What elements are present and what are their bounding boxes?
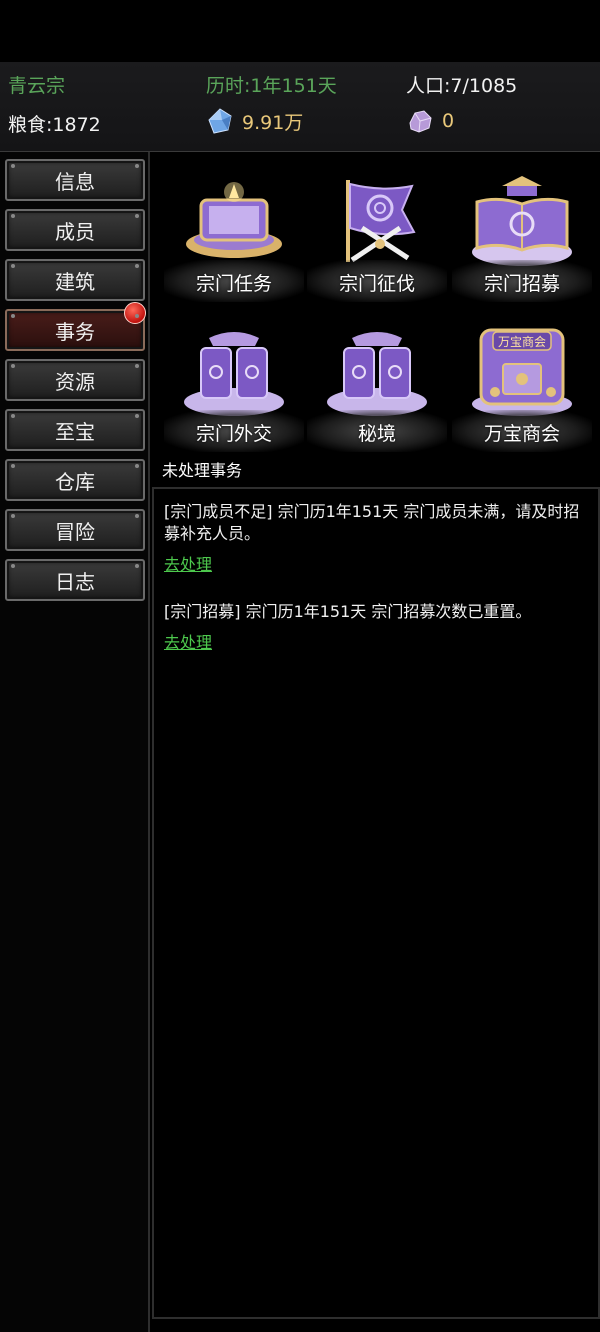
sidebar-item-label: 事务 xyxy=(55,319,95,344)
sidebar-item-label: 建筑 xyxy=(55,269,95,294)
sidebar-item-treasures[interactable]: 至宝 xyxy=(5,409,145,451)
tile-label: 宗门征伐 xyxy=(338,273,415,295)
spirit-ore-value: 0 xyxy=(442,110,455,132)
sidebar-item-label: 资源 xyxy=(55,369,95,394)
notification-badge xyxy=(124,302,146,324)
food-count: 粮食:1872 xyxy=(8,114,101,136)
diplomacy-cards-icon xyxy=(184,332,284,416)
sidebar-item-label: 信息 xyxy=(55,169,95,194)
war-flag-icon xyxy=(346,180,416,263)
spirit-stone-counter: 9.91万 xyxy=(206,106,303,136)
handle-link[interactable]: 去处理 xyxy=(164,551,212,575)
recruit-book-icon xyxy=(472,176,572,266)
spirit-ore-counter: 0 xyxy=(406,106,454,136)
sidebar-item-label: 成员 xyxy=(55,219,95,244)
sect-name: 青云宗 xyxy=(8,75,66,97)
tile-label: 秘境 xyxy=(357,423,396,445)
sidebar-nav: 信息 成员 建筑 事务 资源 至宝 仓库 冒险 日志 xyxy=(0,152,150,1332)
sidebar-item-resources[interactable]: 资源 xyxy=(5,359,145,401)
list-item: [宗门招募] 宗门历1年151天 宗门招募次数已重置。 xyxy=(164,602,532,621)
tile-label: 万宝商会 xyxy=(483,423,560,445)
sidebar-item-log[interactable]: 日志 xyxy=(5,559,145,601)
sidebar-item-buildings[interactable]: 建筑 xyxy=(5,259,145,301)
tile-label: 宗门招募 xyxy=(483,273,560,295)
treasure-sign-text: 万宝商会 xyxy=(498,334,546,349)
elapsed-time: 历时:1年151天 xyxy=(206,75,337,97)
list-item: [宗门成员不足] 宗门历1年151天 宗门成员未满，请及时招募补充人员。 xyxy=(164,502,580,543)
secret-realm-cards-icon xyxy=(327,332,427,416)
resource-bar: 青云宗 历时:1年151天 人口:7/1085 粮食:1872 9.91万 0 xyxy=(0,62,600,152)
treasure-chest-icon: 万宝商会 xyxy=(472,328,572,416)
sidebar-item-affairs[interactable]: 事务 xyxy=(5,302,146,351)
affairs-panel: 宗门任务 宗门征伐 宗门招募 宗门外交 秘境 万宝商会 万宝商会 未处理事务 [… xyxy=(152,152,600,1332)
tile-label: 宗门外交 xyxy=(195,423,272,445)
sidebar-item-warehouse[interactable]: 仓库 xyxy=(5,459,145,501)
sidebar-item-adventure[interactable]: 冒险 xyxy=(5,509,145,551)
sidebar-item-label: 日志 xyxy=(55,569,95,594)
sidebar-item-label: 至宝 xyxy=(55,419,95,444)
tile-label: 宗门任务 xyxy=(195,273,272,295)
treasure-guild-button[interactable]: 万宝商会 万宝商会 xyxy=(452,312,592,452)
population-count: 人口:7/1085 xyxy=(406,75,518,97)
handle-link[interactable]: 去处理 xyxy=(164,629,212,653)
spirit-stone-value: 9.91万 xyxy=(242,111,304,134)
sect-diplomacy-button[interactable]: 宗门外交 xyxy=(164,312,304,452)
pending-affairs-title: 未处理事务 xyxy=(162,461,243,480)
secret-realm-button[interactable]: 秘境 xyxy=(307,312,447,452)
sidebar-item-label: 仓库 xyxy=(55,469,95,494)
sect-recruit-button[interactable]: 宗门招募 xyxy=(452,162,592,302)
sidebar-item-members[interactable]: 成员 xyxy=(5,209,145,251)
sidebar-item-label: 冒险 xyxy=(55,519,95,544)
pending-affairs-list: [宗门成员不足] 宗门历1年151天 宗门成员未满，请及时招募补充人员。 去处理… xyxy=(152,487,600,1319)
sect-missions-button[interactable]: 宗门任务 xyxy=(164,162,304,302)
sect-conquest-button[interactable]: 宗门征伐 xyxy=(307,162,447,302)
sidebar-item-info[interactable]: 信息 xyxy=(5,159,145,201)
scroll-altar-icon xyxy=(186,182,282,258)
spirit-ore-icon xyxy=(409,110,432,133)
spirit-stone-icon xyxy=(208,108,232,134)
